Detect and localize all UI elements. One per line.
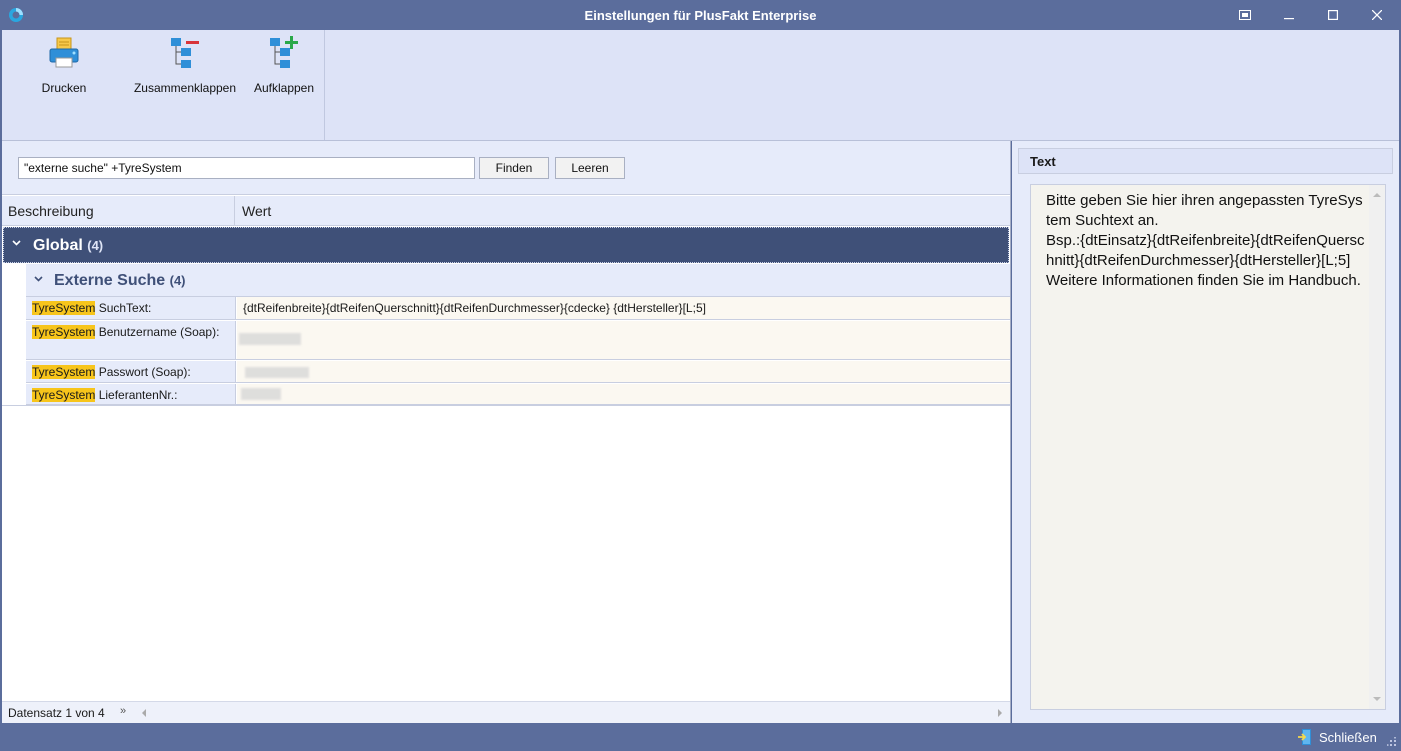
minimize-button[interactable] [1267, 0, 1311, 30]
clear-button[interactable]: Leeren [555, 157, 625, 179]
column-header-description[interactable]: Beschreibung [2, 196, 235, 226]
row-value-benutzername[interactable] [237, 321, 1010, 359]
close-window-button[interactable] [1355, 0, 1399, 30]
row-description: TyreSystem LieferantenNr.: [26, 384, 236, 404]
expand-tree-icon [270, 36, 298, 68]
row-description: TyreSystem Benutzername (Soap): [26, 321, 236, 359]
print-button[interactable]: Drucken [28, 30, 100, 130]
print-label: Drucken [41, 81, 87, 95]
table-row[interactable]: TyreSystem SuchText: {dtReifenbreite}{dt… [26, 297, 1010, 320]
search-highlight: TyreSystem [32, 325, 96, 339]
help-text: Bitte geben Sie hier ihren angepassten T… [1046, 192, 1365, 289]
ribbon: Drucken Zusammenklappen Aufklappen [2, 30, 1399, 141]
minimize-icon [1284, 18, 1294, 20]
row-value-lieferantennr[interactable] [237, 384, 1010, 404]
grid-header: Beschreibung Wert [2, 196, 1010, 226]
search-highlight: TyreSystem [32, 388, 96, 402]
chevron-down-icon[interactable] [34, 276, 43, 282]
close-icon [1372, 10, 1382, 20]
search-input[interactable] [18, 157, 475, 179]
search-highlight: TyreSystem [32, 301, 96, 315]
text-panel-box: Bitte geben Sie hier ihren angepassten T… [1030, 184, 1386, 710]
group-count: (4) [87, 238, 104, 253]
scrollbar-arrows [1373, 193, 1381, 701]
close-dialog-button[interactable]: Schließen [1297, 728, 1377, 746]
maximize-icon [1328, 10, 1338, 20]
group-row-global[interactable]: Global (4) [3, 227, 1009, 263]
column-header-value[interactable]: Wert [236, 196, 1010, 226]
group-title: Global (4) [33, 237, 104, 254]
table-row[interactable]: TyreSystem Benutzername (Soap): [26, 321, 1010, 360]
settings-grid-pane: Finden Leeren Beschreibung Wert Global (… [2, 141, 1011, 723]
text-panel-header: Text [1018, 148, 1393, 174]
expand-button[interactable]: Aufklappen [249, 30, 319, 130]
next-record-button[interactable]: » [120, 705, 126, 717]
subgroup-title: Externe Suche (4) [54, 272, 186, 289]
maximize-button[interactable] [1311, 0, 1355, 30]
row-value-suchtext[interactable]: {dtReifenbreite}{dtReifenQuerschnitt}{dt… [237, 297, 1010, 319]
collapse-label: Zusammenklappen [133, 81, 237, 95]
row-description: TyreSystem SuchText: [26, 297, 236, 319]
group-row-externe-suche[interactable]: Externe Suche (4) [26, 264, 1010, 297]
redacted-value [239, 333, 301, 345]
collapse-tree-icon [171, 38, 199, 68]
resize-grip-icon[interactable] [1387, 737, 1397, 747]
subgroup-count: (4) [169, 273, 186, 288]
collapse-button[interactable]: Zusammenklappen [129, 30, 241, 130]
redacted-value [245, 367, 309, 378]
divider [2, 405, 1010, 406]
title-bar: Einstellungen für PlusFakt Enterprise [0, 0, 1401, 30]
footer-bar: Schließen [0, 723, 1401, 751]
table-row[interactable]: TyreSystem Passwort (Soap): [26, 361, 1010, 383]
redacted-value [241, 388, 281, 400]
description-pane: Text Bitte geben Sie hier ihren angepass… [1012, 141, 1399, 723]
restore-layout-button[interactable] [1223, 0, 1267, 30]
row-value-passwort[interactable] [237, 361, 1010, 382]
search-highlight: TyreSystem [32, 365, 96, 379]
window-title: Einstellungen für PlusFakt Enterprise [584, 8, 817, 23]
close-dialog-label: Schließen [1319, 729, 1377, 745]
vertical-scrollbar[interactable] [1369, 185, 1385, 709]
search-bar: Finden Leeren [2, 141, 1010, 195]
exit-door-icon [1298, 729, 1311, 745]
horizontal-scrollbar[interactable] [136, 706, 1008, 720]
record-navigator: Datensatz 1 von 4 » [2, 701, 1010, 723]
ribbon-group: Drucken Zusammenklappen Aufklappen [2, 30, 325, 140]
table-row[interactable]: TyreSystem LieferantenNr.: [26, 384, 1010, 405]
printer-icon [49, 37, 79, 68]
row-description: TyreSystem Passwort (Soap): [26, 361, 236, 382]
layout-icon [1239, 10, 1251, 20]
record-counter: Datensatz 1 von 4 [8, 706, 105, 720]
chevron-down-icon[interactable] [12, 240, 21, 246]
expand-label: Aufklappen [253, 81, 315, 95]
find-button[interactable]: Finden [479, 157, 549, 179]
